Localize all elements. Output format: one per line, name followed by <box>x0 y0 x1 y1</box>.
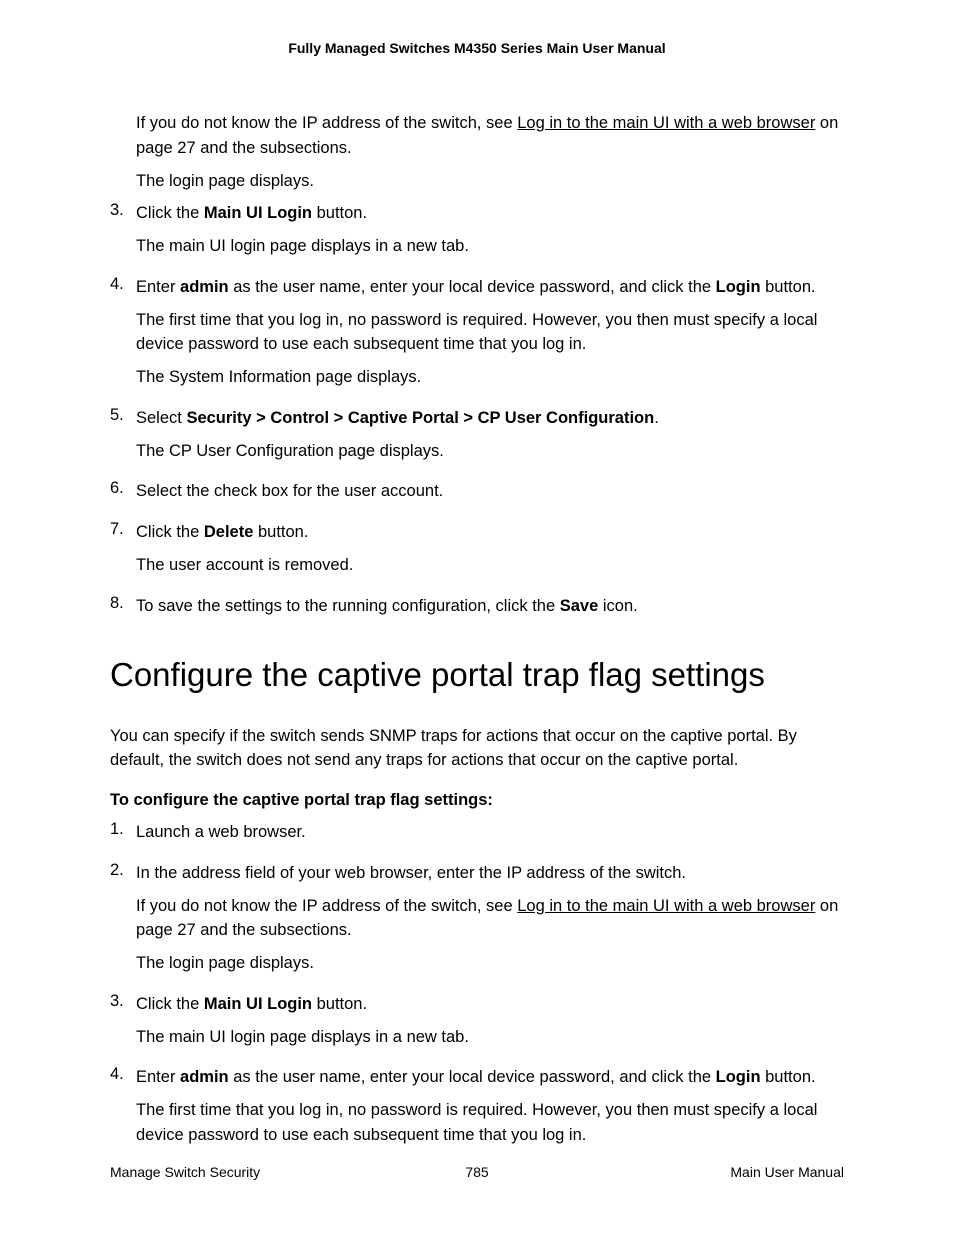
step-text: Select Security > Control > Captive Port… <box>136 406 844 431</box>
step-text: Enter admin as the user name, enter your… <box>136 275 844 300</box>
step-4: 4. Enter admin as the user name, enter y… <box>110 275 844 398</box>
paragraph-ip-address: If you do not know the IP address of the… <box>136 111 844 161</box>
step-number: 3. <box>110 201 136 267</box>
step-subtext: The System Information page displays. <box>136 365 844 390</box>
step-subtext: The CP User Configuration page displays. <box>136 439 844 464</box>
b-step-2: 2. In the address field of your web brow… <box>110 861 844 984</box>
b-step-1: 1. Launch a web browser. <box>110 820 844 853</box>
footer-right: Main User Manual <box>730 1164 844 1180</box>
step-number: 4. <box>110 1065 136 1155</box>
step-subtext: The first time that you log in, no passw… <box>136 1098 844 1148</box>
step-text: Enter admin as the user name, enter your… <box>136 1065 844 1090</box>
section-intro: You can specify if the switch sends SNMP… <box>110 724 844 774</box>
footer-left: Manage Switch Security <box>110 1164 260 1180</box>
step-subtext: The main UI login page displays in a new… <box>136 1025 844 1050</box>
step-number: 3. <box>110 992 136 1058</box>
step-text: In the address field of your web browser… <box>136 861 844 886</box>
step-6: 6. Select the check box for the user acc… <box>110 479 844 512</box>
document-header-title: Fully Managed Switches M4350 Series Main… <box>110 40 844 56</box>
link-login-main-ui[interactable]: Log in to the main UI with a web browser <box>517 114 815 132</box>
step-subtext: The login page displays. <box>136 951 844 976</box>
step-number: 5. <box>110 406 136 472</box>
step-5: 5. Select Security > Control > Captive P… <box>110 406 844 472</box>
section-heading: Configure the captive portal trap flag s… <box>110 654 844 695</box>
step-number: 8. <box>110 594 136 627</box>
step-text: Launch a web browser. <box>136 820 844 845</box>
b-step-4: 4. Enter admin as the user name, enter y… <box>110 1065 844 1155</box>
b-step-3: 3. Click the Main UI Login button. The m… <box>110 992 844 1058</box>
footer-page-number: 785 <box>465 1164 488 1180</box>
step-7: 7. Click the Delete button. The user acc… <box>110 520 844 586</box>
step-subtext: If you do not know the IP address of the… <box>136 894 844 944</box>
step-subtext: The first time that you log in, no passw… <box>136 308 844 358</box>
step-3: 3. Click the Main UI Login button. The m… <box>110 201 844 267</box>
step-number: 7. <box>110 520 136 586</box>
step-number: 1. <box>110 820 136 853</box>
step-number: 4. <box>110 275 136 398</box>
step-text: Select the check box for the user accoun… <box>136 479 844 504</box>
sub-heading: To configure the captive portal trap fla… <box>110 791 844 810</box>
step-number: 6. <box>110 479 136 512</box>
step-number: 2. <box>110 861 136 984</box>
step-subtext: The user account is removed. <box>136 553 844 578</box>
step-8: 8. To save the settings to the running c… <box>110 594 844 627</box>
link-login-main-ui[interactable]: Log in to the main UI with a web browser <box>517 897 815 915</box>
step-text: Click the Delete button. <box>136 520 844 545</box>
step-subtext: The main UI login page displays in a new… <box>136 234 844 259</box>
step-text: To save the settings to the running conf… <box>136 594 844 619</box>
page-footer: Manage Switch Security 785 Main User Man… <box>110 1164 844 1180</box>
paragraph-login-displays: The login page displays. <box>136 169 844 194</box>
step-text: Click the Main UI Login button. <box>136 201 844 226</box>
step-text: Click the Main UI Login button. <box>136 992 844 1017</box>
